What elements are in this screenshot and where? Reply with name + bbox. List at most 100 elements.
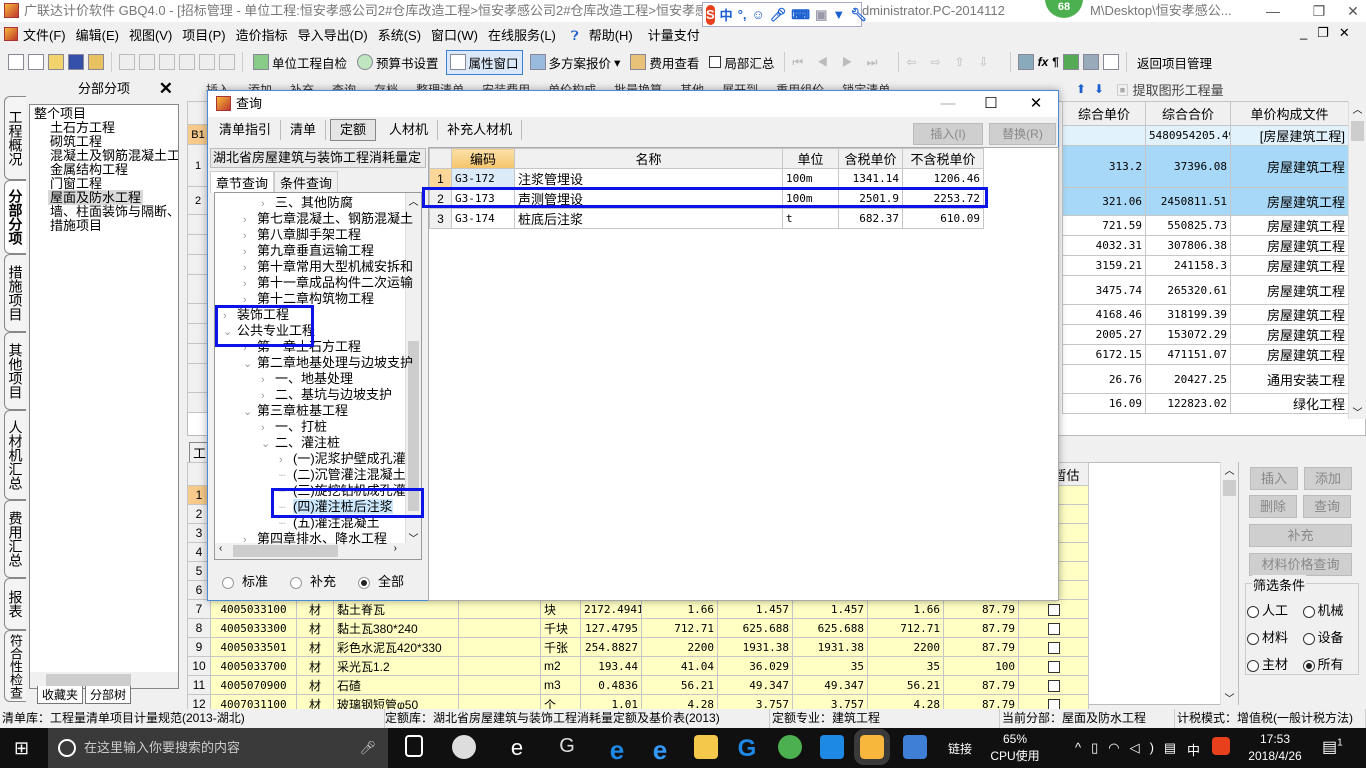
sogou-tray-icon[interactable] [1212, 737, 1230, 755]
emoji-icon[interactable]: ☺ [752, 7, 765, 22]
tree-node[interactable]: › 第四章排水、降水工程 [243, 531, 387, 547]
open-folder-icon[interactable] [48, 54, 64, 70]
chevron-down-icon[interactable]: ⌄ [243, 404, 257, 420]
document-icon[interactable] [1102, 54, 1119, 70]
chevron-right-icon[interactable]: › [261, 388, 275, 404]
task-view-icon[interactable] [405, 735, 423, 757]
chevron-down-icon[interactable]: ⌄ [223, 324, 237, 340]
chevron-down-icon[interactable]: ⌄ [243, 356, 257, 372]
tree-item[interactable]: 门窗工程 [30, 177, 178, 191]
taskbar-link[interactable]: 链接 [948, 740, 972, 757]
tab-bill-guide[interactable]: 清单指引 [210, 120, 282, 140]
col-price-tax[interactable]: 含税单价 [838, 148, 903, 169]
fee-view-button[interactable]: 费用查看 [627, 51, 702, 74]
tree-node[interactable]: ⌄ 第三章桩基工程 [243, 403, 348, 419]
scroll-right-icon[interactable]: › [394, 543, 397, 554]
tree-node[interactable]: › 第十一章成品构件二次运输 [243, 275, 413, 291]
row-header[interactable] [187, 304, 209, 324]
notification-icon[interactable]: ▤1 [1322, 737, 1343, 757]
row-header[interactable] [187, 235, 209, 255]
filter-radio[interactable]: 人工 [1247, 600, 1303, 619]
tree-node[interactable]: › 第九章垂直运输工程 [243, 243, 374, 259]
tree-item[interactable]: 屋面及防水工程 [30, 190, 178, 205]
radio-button[interactable] [1247, 632, 1259, 645]
close-icon[interactable]: ✕ [159, 78, 173, 100]
tree-node[interactable]: › 一、地基处理 [261, 371, 353, 387]
delete-button[interactable]: 删除 [1249, 495, 1297, 518]
menu-online[interactable]: 在线服务(L) [483, 25, 561, 44]
row-header[interactable] [187, 255, 209, 275]
dialog-maximize-button[interactable]: ☐ [971, 91, 1011, 117]
col-price-notax[interactable]: 不含税单价 [902, 148, 984, 169]
chevron-down-icon[interactable]: ⌄ [261, 436, 275, 452]
move-arrows-icons[interactable]: ⇦⇨⇧⇩ [906, 55, 1002, 69]
chevron-right-icon[interactable]: › [223, 308, 237, 324]
provisional-checkbox[interactable] [1047, 679, 1060, 692]
pilcrow-icon[interactable]: ¶ [1052, 55, 1059, 69]
main-grid-vscroll[interactable]: ︿ ﹀ [1348, 101, 1366, 419]
clock[interactable]: 17:53 2018/4/26 [1245, 731, 1305, 765]
new-file-icon[interactable] [8, 54, 24, 70]
chevron-right-icon[interactable]: › [243, 340, 257, 356]
insert-button[interactable]: 插入 [1250, 467, 1298, 490]
tab-supplement-lmm[interactable]: 补充人材机 [438, 120, 523, 140]
col-unit-price-file[interactable]: 单价构成文件 [1230, 101, 1349, 126]
tree-node[interactable]: › 装饰工程 [223, 307, 289, 323]
calculator-icon[interactable] [1017, 54, 1034, 70]
quota-row[interactable]: 2 G3-173 声测管埋设 100m 2501.9 2253.72 [429, 188, 984, 209]
col-code[interactable]: 编码 [451, 148, 515, 169]
table-row[interactable]: 26.76 20427.25 通用安装工程 [1062, 364, 1349, 394]
wrench-icon[interactable]: 🔧︎ [850, 7, 867, 23]
tree-node[interactable]: › 三、其他防腐 [261, 195, 353, 211]
tab-bill[interactable]: 清单 [281, 120, 327, 140]
green-browser-icon[interactable] [778, 735, 802, 759]
gbq-app-icon[interactable] [854, 729, 890, 765]
printer-icon[interactable] [1082, 54, 1099, 70]
taskbar-search[interactable]: 在这里输入你要搜索的内容 🎤︎ [48, 728, 388, 768]
formula-icon[interactable]: fx [1038, 55, 1049, 69]
export-icon[interactable] [88, 54, 104, 70]
col-composite-unit-price[interactable]: 综合单价 [1062, 101, 1146, 126]
multi-quote-button[interactable]: 多方案报价 ▾ [527, 51, 624, 74]
tree-node[interactable]: ⌄ 第二章地基处理与边坡支护 [243, 355, 413, 371]
col-unit[interactable]: 单位 [782, 148, 839, 169]
add-button[interactable]: 添加 [1304, 467, 1352, 490]
blue-app-icon[interactable] [820, 735, 844, 759]
edge-icon[interactable]: e [605, 735, 629, 765]
arrow-up-icon[interactable]: ⬆ [1076, 82, 1086, 96]
clipboard-app-icon[interactable] [903, 735, 927, 759]
chevron-right-icon[interactable]: › [243, 260, 257, 276]
tree-item[interactable]: 金属结构工程 [30, 163, 178, 177]
chevron-right-icon[interactable]: › [243, 244, 257, 260]
microphone-icon[interactable]: 🎤︎ [770, 7, 787, 23]
undo-icon[interactable] [199, 54, 215, 70]
provisional-checkbox[interactable] [1047, 622, 1060, 635]
table-row[interactable]: 2005.27 153072.29 房屋建筑工程 [1062, 324, 1349, 345]
tab-quota[interactable]: 定额 [330, 119, 377, 141]
file-explorer-icon[interactable] [694, 735, 718, 759]
library-radio[interactable]: 补充 [290, 571, 336, 590]
tree-node[interactable]: › 第十章常用大型机械安拆和 [243, 259, 413, 275]
row-header[interactable] [187, 324, 209, 344]
copy-icon[interactable] [139, 54, 155, 70]
tree-root[interactable]: 整个项目 [30, 107, 178, 121]
row-header[interactable]: B1 [187, 125, 209, 145]
microphone-icon[interactable]: 🎤︎ [359, 728, 376, 768]
vtab-report[interactable]: 报表 [4, 578, 26, 630]
vtab-labor-material[interactable]: 人材机汇总 [4, 410, 26, 500]
table-row[interactable]: 6172.15 471151.07 房屋建筑工程 [1062, 344, 1349, 365]
row-header[interactable] [187, 275, 209, 304]
menu-import-export[interactable]: 导入导出(D) [293, 25, 373, 44]
nav-first-prev-next-last-icons[interactable]: ⏮◀▶⏭ [792, 55, 891, 70]
filter-radio[interactable]: 设备 [1302, 627, 1359, 646]
self-check-button[interactable]: 单位工程自检 [250, 51, 350, 74]
fan-app-icon[interactable] [452, 735, 476, 759]
table-row[interactable]: 11 4005070900 材石碴 m3 0.4836 56.21 49.347 49.347… [187, 675, 1090, 695]
vtab-overview[interactable]: 工程概况 [4, 96, 26, 180]
swirl-app-icon[interactable]: G [555, 735, 579, 759]
skin-icon[interactable]: ▼ [832, 7, 845, 22]
menu-file[interactable]: 文件(F) [18, 25, 71, 44]
menu-project[interactable]: 项目(P) [177, 25, 230, 44]
table-row[interactable]: 4032.31 307806.38 房屋建筑工程 [1062, 235, 1349, 256]
tree-node[interactable]: › (一)泥浆护壁成孔灌 [279, 451, 406, 467]
